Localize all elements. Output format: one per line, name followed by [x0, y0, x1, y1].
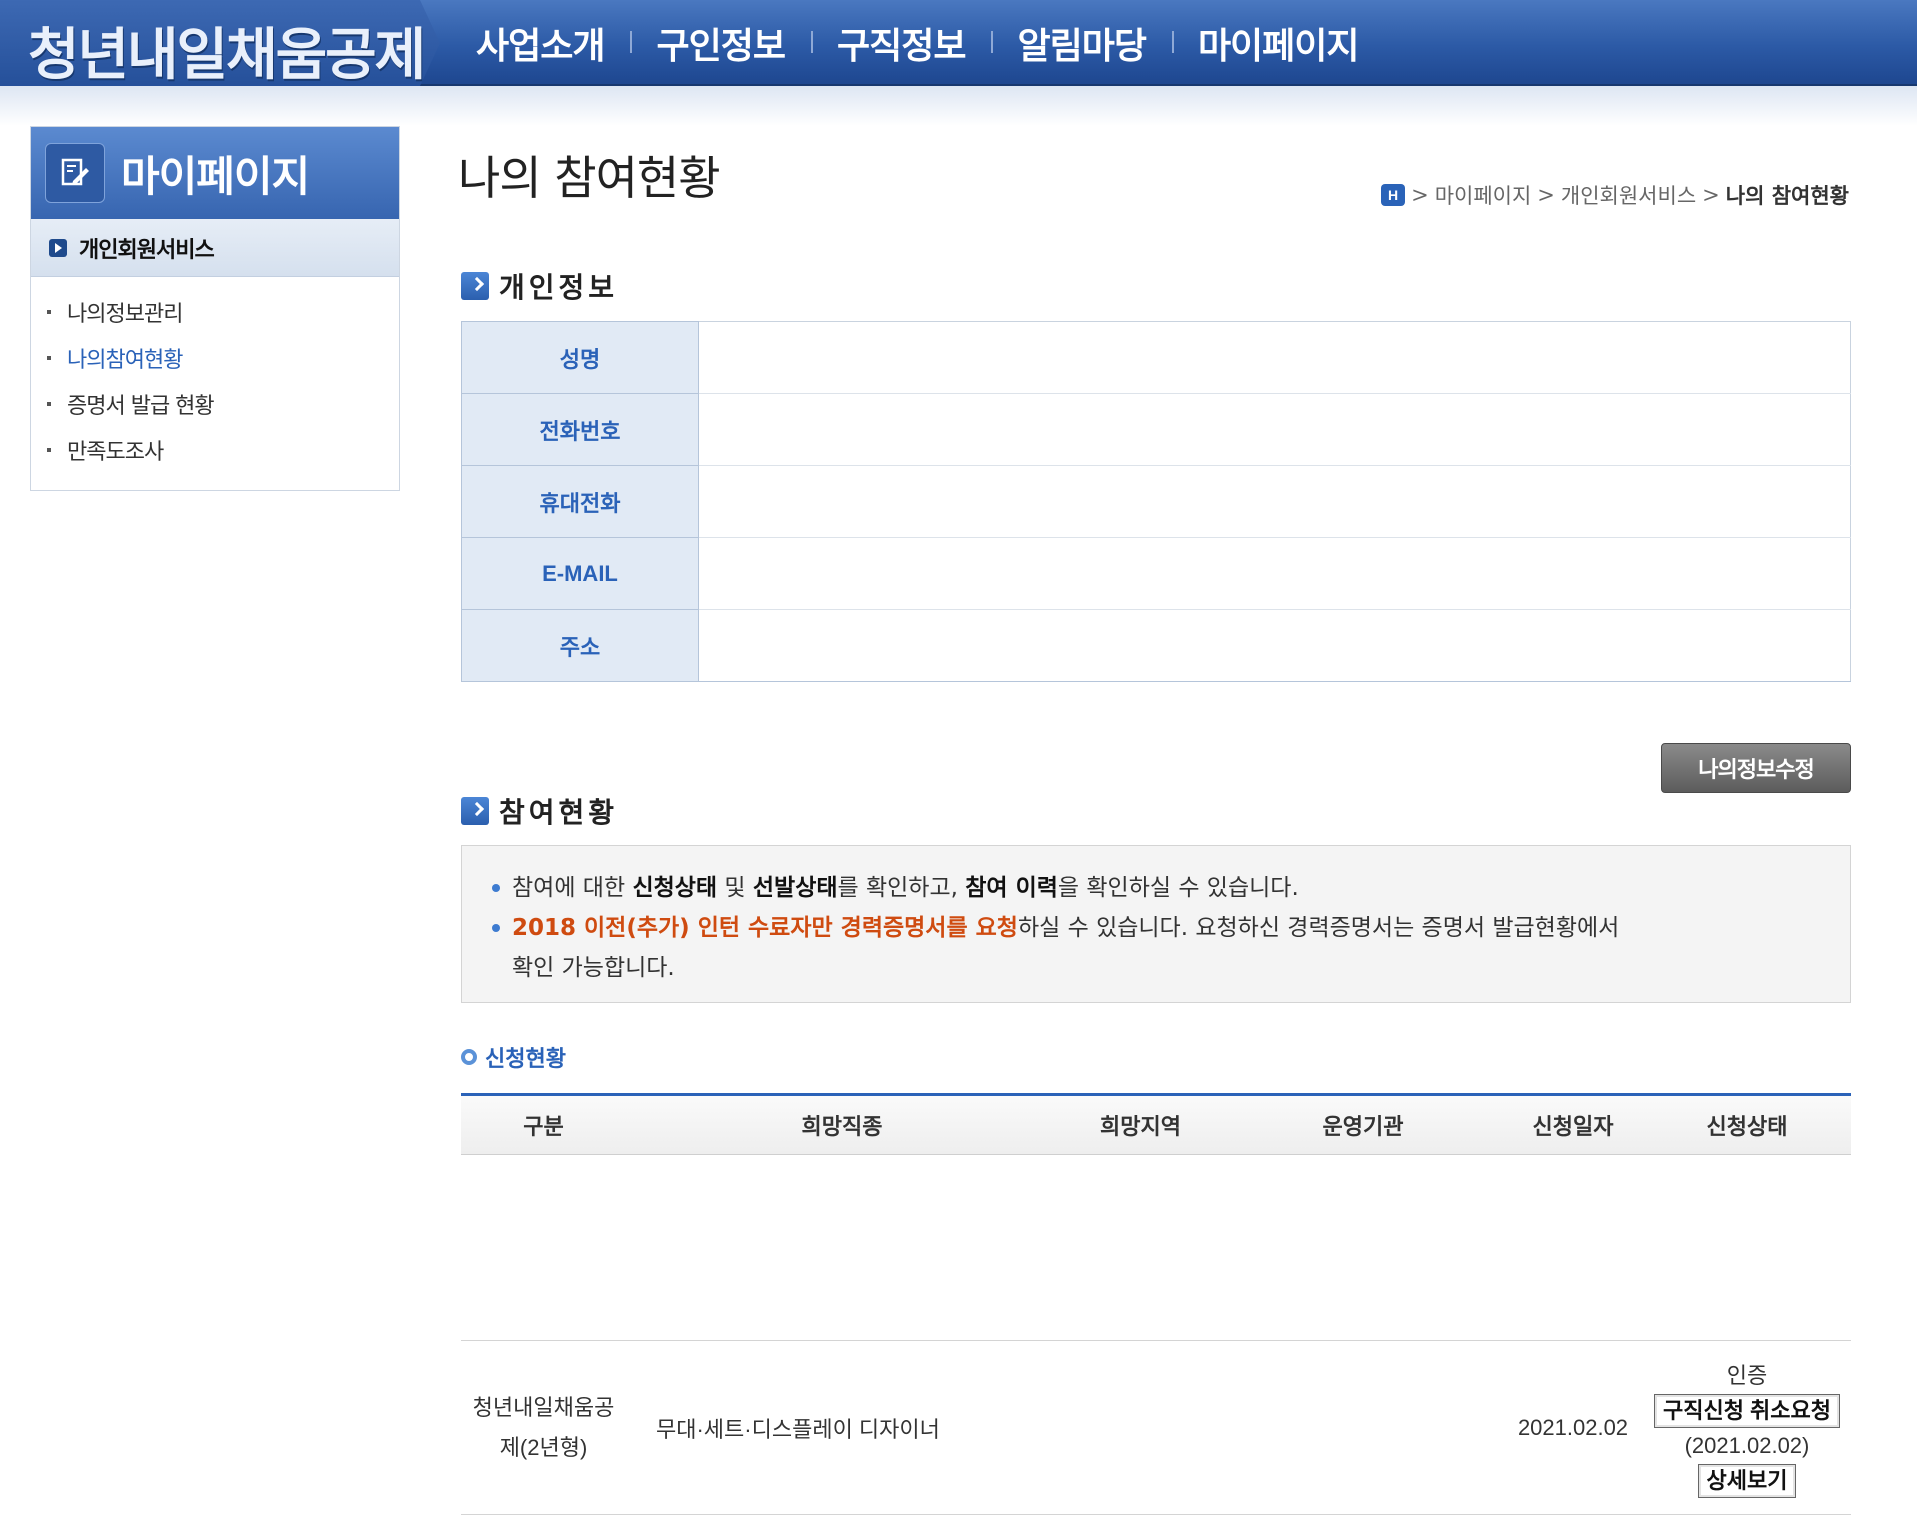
- top-header: 청년내일채움공제 사업소개 구인정보 구직정보 알림마당 마이페이지: [0, 0, 1917, 86]
- notice-text: 참여에 대한: [512, 875, 633, 901]
- bullet-icon: [47, 356, 51, 360]
- breadcrumb: H > 마이페이지 > 개인회원서비스 > 나의 참여현황: [1381, 180, 1849, 210]
- email-value: [698, 537, 1851, 610]
- page-title: 나의 참여현황: [458, 151, 721, 205]
- email-label: E-MAIL: [461, 537, 699, 610]
- notice-text: 를 확인하고,: [837, 875, 966, 901]
- mobile-value: [698, 465, 1851, 538]
- job-cell: 무대·세트·디스플레이 디자이너: [656, 1416, 940, 1442]
- table-row: 휴대전화: [461, 465, 1851, 538]
- breadcrumb-item[interactable]: 마이페이지: [1435, 180, 1532, 210]
- table-row: 청년내일채움공 제(2년형) 무대·세트·디스플레이 디자이너 2021.02.…: [461, 1340, 1851, 1515]
- chevron-right-icon: >: [1702, 183, 1720, 207]
- breadcrumb-current: 나의 참여현황: [1725, 183, 1849, 208]
- table-row: E-MAIL: [461, 537, 1851, 610]
- sidebar-item-label: 나의정보관리: [67, 302, 183, 327]
- chevron-right-icon: >: [1411, 183, 1429, 207]
- sidebar: 마이페이지 개인회원서비스 나의정보관리 나의참여현황 증명서 발급 현황 만족…: [30, 126, 400, 491]
- sub-title-text: 신청현황: [485, 1047, 566, 1072]
- column-header: 희망직종: [801, 1115, 883, 1140]
- chevron-right-icon: >: [1537, 183, 1555, 207]
- header-shadow: [0, 86, 1917, 126]
- sidebar-item-label: 증명서 발급 현황: [67, 394, 215, 419]
- status-date: (2021.02.02): [1684, 1432, 1810, 1458]
- column-header: 신청일자: [1532, 1115, 1614, 1140]
- date-cell: 2021.02.02: [1517, 1414, 1629, 1440]
- sidebar-item-my-info[interactable]: 나의정보관리: [31, 289, 399, 335]
- phone-value: [698, 393, 1851, 466]
- notice-line: 참여에 대한 신청상태 및 선발상태를 확인하고, 참여 이력을 확인하실 수 …: [492, 868, 1820, 908]
- status-cell: 인증 구직신청 취소요청 (2021.02.02) 상세보기: [1643, 1358, 1851, 1498]
- cancel-request-button[interactable]: 구직신청 취소요청: [1653, 1393, 1841, 1428]
- notice-bold: 선발상태: [752, 875, 838, 901]
- application-status-heading: 신청현황: [461, 1041, 566, 1073]
- personal-info-table: 성명 전화번호 휴대전화 E-MAIL 주소: [461, 321, 1851, 682]
- column-header: 구분: [523, 1115, 564, 1140]
- section-title-text: 참여현황: [499, 796, 619, 829]
- arrow-right-icon: [461, 797, 489, 825]
- category-line: 청년내일채움공: [472, 1394, 615, 1420]
- status-text: 인증: [1726, 1362, 1768, 1388]
- sidebar-item-label: 나의참여현황: [67, 348, 183, 373]
- sidebar-section[interactable]: 개인회원서비스: [31, 219, 399, 277]
- home-icon[interactable]: H: [1381, 184, 1406, 206]
- column-header: 신청상태: [1706, 1115, 1788, 1140]
- phone-label: 전화번호: [461, 393, 699, 466]
- notice-text: 하실 수 있습니다. 요청하신 경력증명서는 증명서 발급현황에서: [1017, 915, 1620, 941]
- category-line: 제(2년형): [499, 1434, 588, 1460]
- bullet-icon: [47, 310, 51, 314]
- table-row: 성명: [461, 321, 1851, 394]
- column-header: 희망지역: [1100, 1115, 1181, 1140]
- sidebar-item-my-participation[interactable]: 나의참여현황: [31, 335, 399, 381]
- column-header: 운영기관: [1322, 1115, 1404, 1140]
- site-logo[interactable]: 청년내일채움공제: [0, 0, 440, 86]
- section-title-text: 개인정보: [499, 271, 619, 304]
- nav-item-job-offers[interactable]: 구인정보: [630, 17, 810, 69]
- notice-box: 참여에 대한 신청상태 및 선발상태를 확인하고, 참여 이력을 확인하실 수 …: [461, 845, 1851, 1003]
- table-header: 구분 희망직종 희망지역 운영기관 신청일자 신청상태: [461, 1093, 1851, 1155]
- notice-bold: 신청상태: [632, 875, 718, 901]
- bullet-icon: [47, 402, 51, 406]
- edit-my-info-button[interactable]: 나의정보수정: [1661, 743, 1851, 793]
- sidebar-menu: 나의정보관리 나의참여현황 증명서 발급 현황 만족도조사: [31, 277, 399, 473]
- sidebar-item-certificates[interactable]: 증명서 발급 현황: [31, 381, 399, 427]
- edit-document-icon: [45, 143, 105, 203]
- notice-bold: 참여 이력: [965, 875, 1058, 901]
- bullet-icon: [47, 448, 51, 452]
- sidebar-title: 마이페이지: [121, 151, 310, 201]
- logo-text: 청년내일채움공제: [28, 23, 426, 88]
- notice-highlight: 2018 이전(추가) 인턴 수료자만 경력증명서를 요청: [512, 915, 1018, 941]
- notice-continuation: 확인 가능합니다.: [512, 955, 675, 981]
- nav-item-mypage[interactable]: 마이페이지: [1171, 17, 1385, 69]
- main-nav: 사업소개 구인정보 구직정보 알림마당 마이페이지: [450, 0, 1385, 86]
- notice-text: 을 확인하실 수 있습니다.: [1057, 875, 1299, 901]
- mobile-label: 휴대전화: [461, 465, 699, 538]
- personal-info-heading: 개인정보: [461, 266, 618, 306]
- name-value: [698, 321, 1851, 394]
- arrow-right-icon: [461, 272, 489, 300]
- circle-bullet-icon: [461, 1049, 477, 1065]
- sidebar-item-label: 만족도조사: [67, 440, 164, 465]
- category-cell: 청년내일채움공 제(2년형): [461, 1388, 626, 1468]
- breadcrumb-item[interactable]: 개인회원서비스: [1561, 180, 1696, 210]
- application-status-table: 구분 희망직종 희망지역 운영기관 신청일자 신청상태: [461, 1093, 1851, 1155]
- address-value: [698, 609, 1851, 682]
- notice-text: 및: [717, 875, 753, 901]
- name-label: 성명: [461, 321, 699, 394]
- notice-line: 2018 이전(추가) 인턴 수료자만 경력증명서를 요청하실 수 있습니다. …: [492, 908, 1820, 948]
- nav-item-business-intro[interactable]: 사업소개: [450, 17, 630, 69]
- detail-view-button[interactable]: 상세보기: [1697, 1463, 1797, 1498]
- table-row: 주소: [461, 609, 1851, 682]
- sidebar-section-label: 개인회원서비스: [79, 237, 215, 263]
- arrow-square-icon: [49, 238, 67, 257]
- table-row: 전화번호: [461, 393, 1851, 466]
- nav-item-job-seeking[interactable]: 구직정보: [810, 17, 991, 69]
- sidebar-item-survey[interactable]: 만족도조사: [31, 427, 399, 473]
- nav-item-notices[interactable]: 알림마당: [991, 17, 1171, 69]
- address-label: 주소: [461, 609, 699, 682]
- sidebar-header: 마이페이지: [31, 127, 399, 219]
- participation-heading: 참여현황: [461, 791, 618, 831]
